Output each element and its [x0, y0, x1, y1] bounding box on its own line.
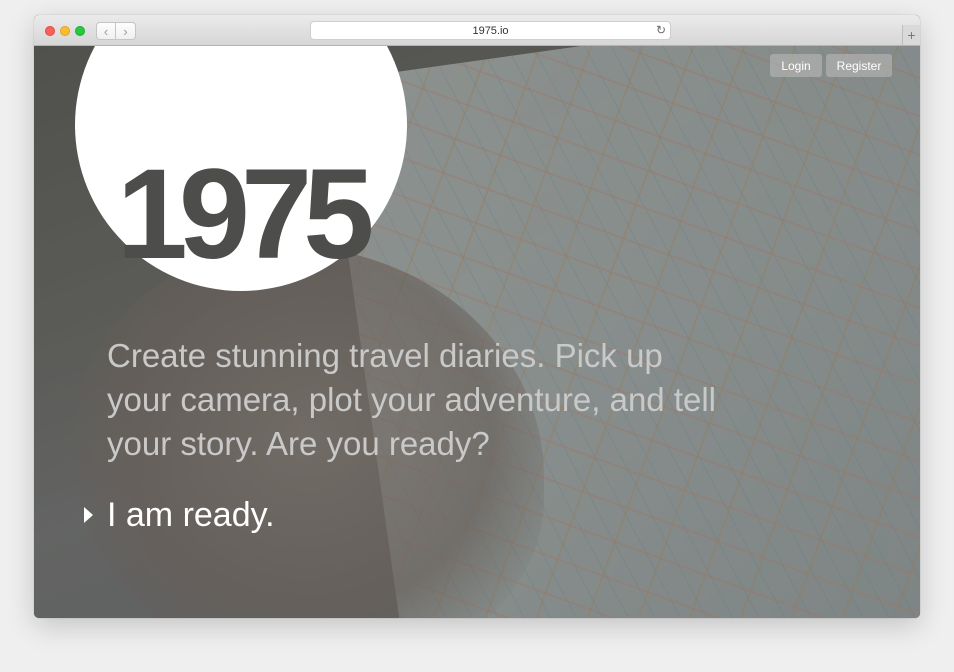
chevron-left-icon: ‹: [103, 23, 109, 39]
register-button[interactable]: Register: [826, 54, 892, 77]
logo: 1975: [116, 143, 375, 286]
reload-icon[interactable]: ↻: [656, 23, 666, 37]
minimize-window-button[interactable]: [60, 26, 70, 36]
login-button[interactable]: Login: [770, 54, 822, 77]
cta-link[interactable]: I am ready.: [84, 498, 275, 532]
play-arrow-icon: [84, 507, 93, 523]
chevron-right-icon: ›: [123, 23, 128, 39]
back-button[interactable]: ‹: [96, 22, 116, 40]
logo-circle[interactable]: 1975: [75, 46, 407, 291]
forward-button[interactable]: ›: [116, 22, 136, 40]
new-tab-button[interactable]: +: [902, 25, 920, 45]
browser-window: ‹ › 1975.io ↻ + 1975 Login Register Crea…: [34, 15, 920, 618]
page-content: 1975 Login Register Create stunning trav…: [34, 46, 920, 618]
browser-toolbar: ‹ › 1975.io ↻ +: [34, 15, 920, 46]
address-bar[interactable]: 1975.io ↻: [310, 21, 671, 40]
close-window-button[interactable]: [45, 26, 55, 36]
url-text: 1975.io: [472, 24, 509, 37]
plus-icon: +: [907, 27, 916, 43]
maximize-window-button[interactable]: [75, 26, 85, 36]
hero-tagline: Create stunning travel diaries. Pick up …: [107, 337, 717, 462]
cta-label: I am ready.: [107, 496, 275, 534]
